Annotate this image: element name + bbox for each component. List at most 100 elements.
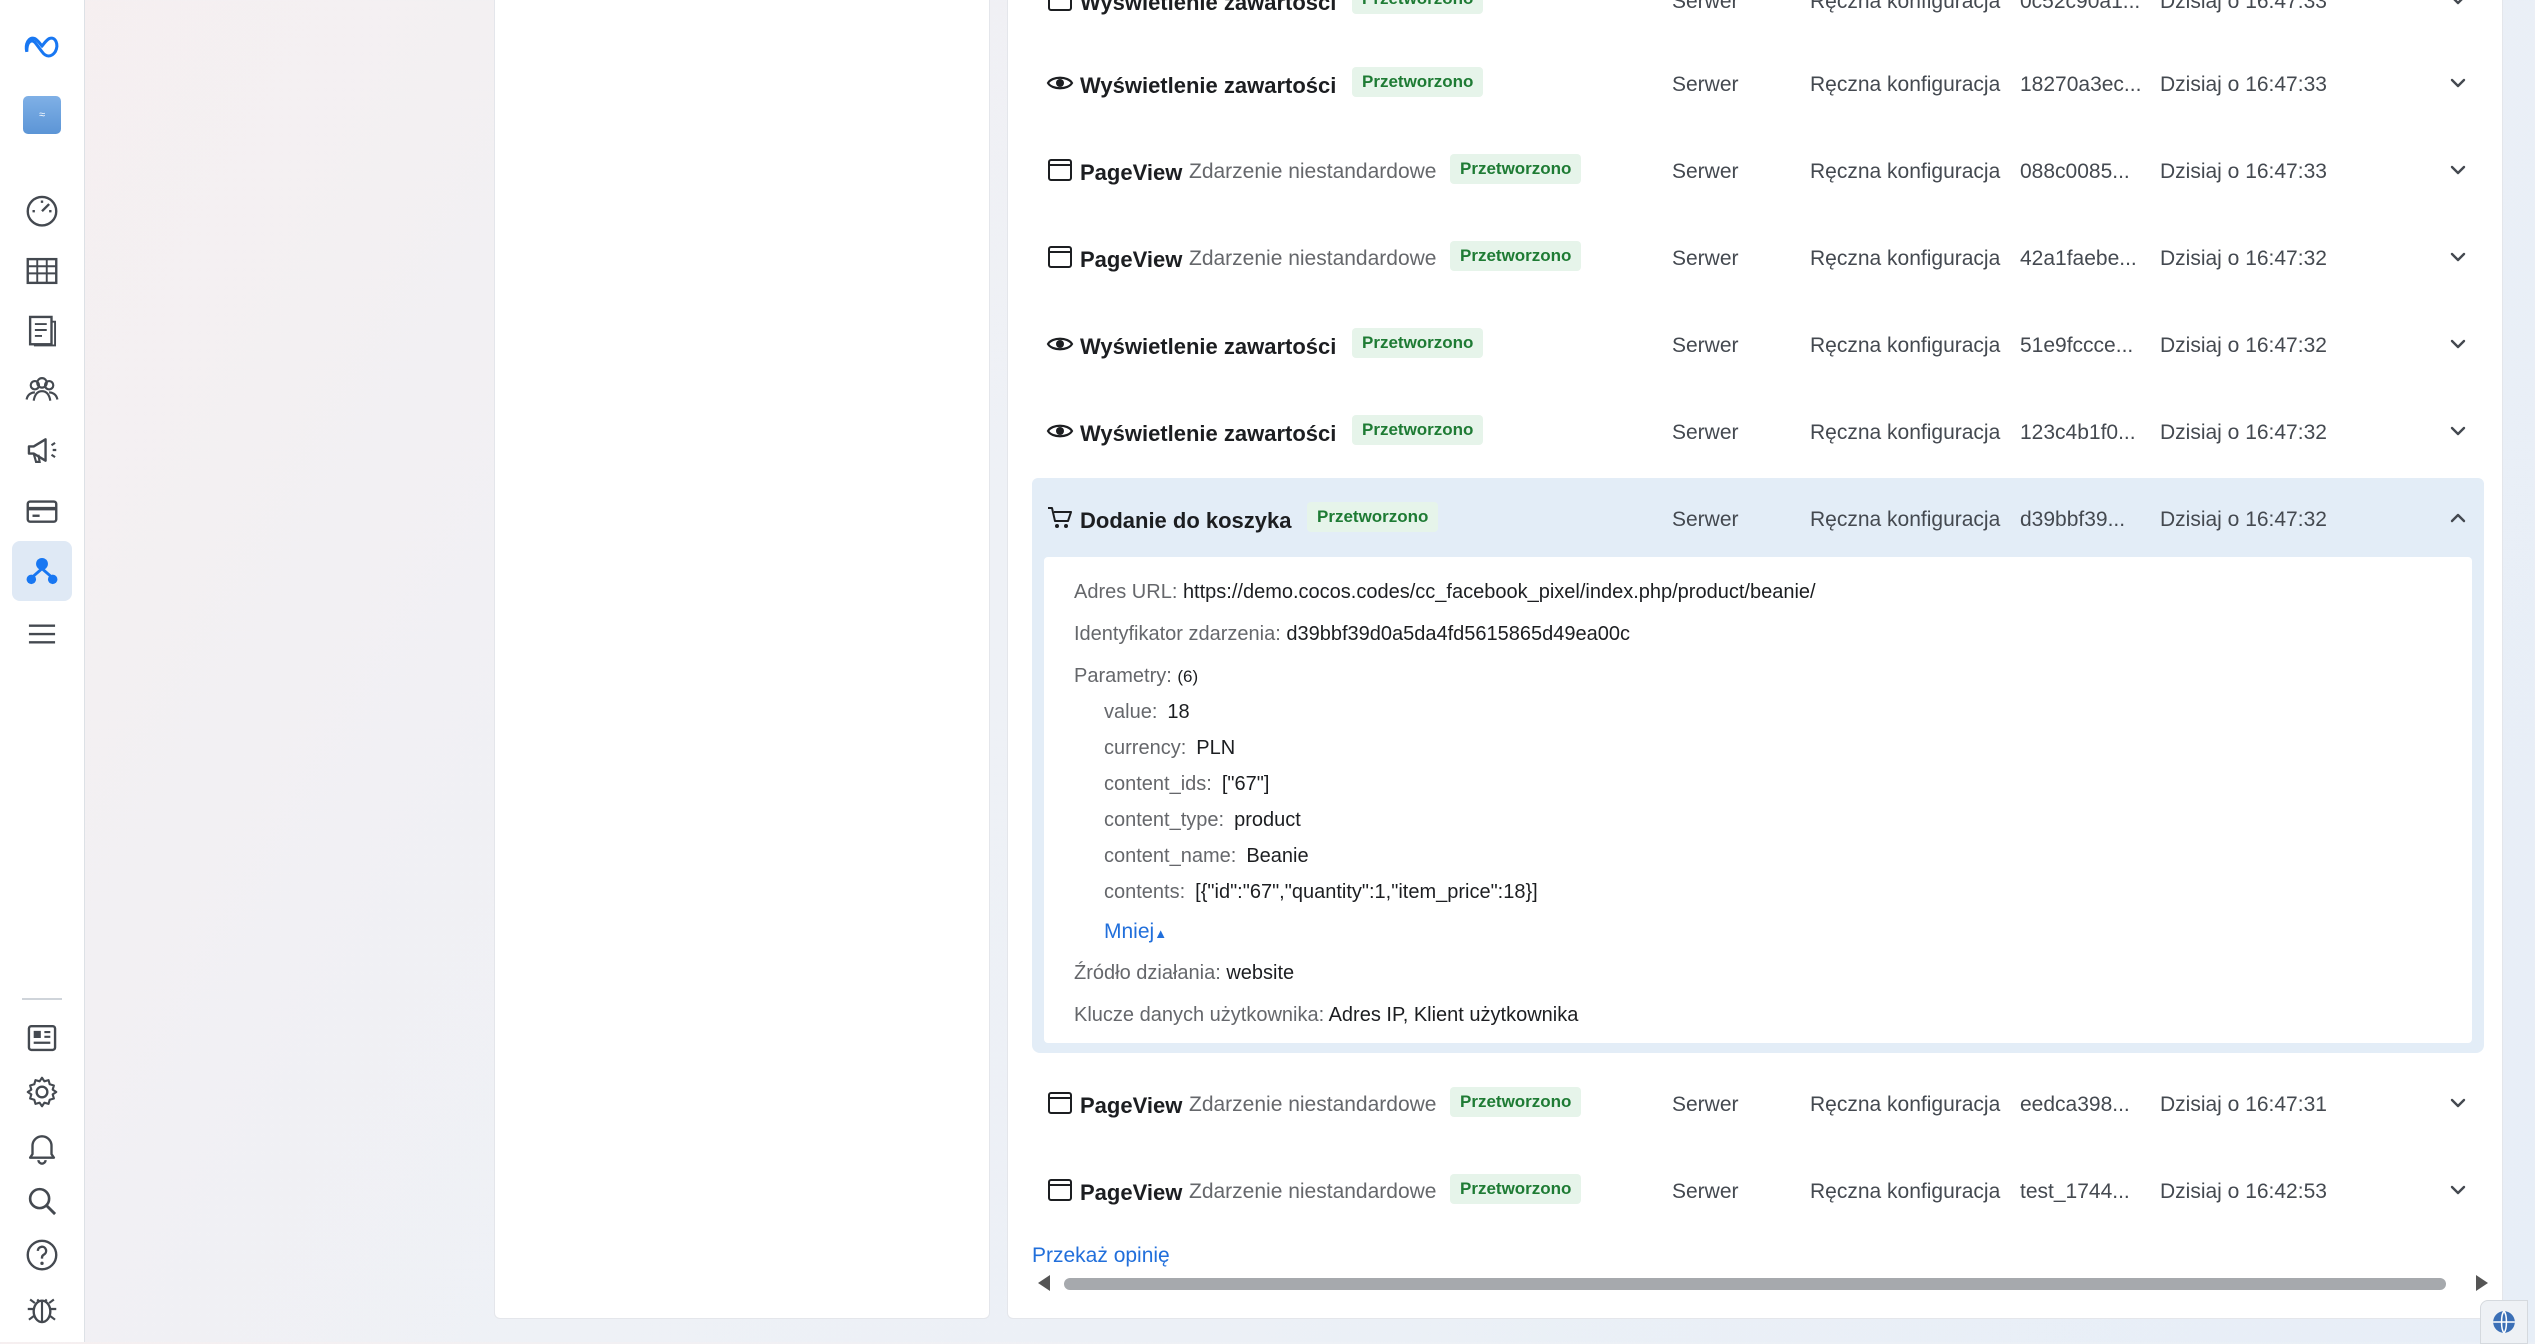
param-value: Beanie bbox=[1246, 845, 1309, 867]
corner-help-button[interactable] bbox=[2480, 1300, 2528, 1344]
event-id: test_1744... bbox=[2020, 1180, 2130, 1203]
event-time: Dzisiaj o 16:47:31 bbox=[2160, 1093, 2327, 1116]
eye-icon bbox=[1046, 417, 1074, 445]
caret-up-icon: ▲ bbox=[1154, 926, 1168, 941]
show-less-link[interactable]: Mniej▲ bbox=[1104, 920, 1167, 944]
event-time: Dzisiaj o 16:47:33 bbox=[2160, 0, 2327, 13]
param-row: content_type: product bbox=[1104, 809, 1301, 832]
event-id: 42a1faebe... bbox=[2020, 247, 2137, 270]
status-badge: Przetworzono bbox=[1352, 0, 1484, 14]
setup-method: Ręczna konfiguracja bbox=[1810, 160, 2001, 183]
setup-method: Ręczna konfiguracja bbox=[1810, 1093, 2001, 1116]
event-time: Dzisiaj o 16:47:32 bbox=[2160, 508, 2327, 531]
left-nav-rail: ≈ bbox=[0, 0, 85, 1342]
search-icon[interactable] bbox=[12, 1171, 72, 1231]
event-row[interactable]: PageView Zdarzenie niestandardowe Przetwor… bbox=[1032, 1150, 2484, 1237]
catalog-icon[interactable] bbox=[12, 300, 72, 360]
event-row[interactable]: Wyświetlenie zawartości Przetworzono Serwe… bbox=[1032, 43, 2484, 130]
detail-user-data-keys: Klucze danych użytkownika: Adres IP, Kli… bbox=[1074, 1004, 1578, 1027]
app-thumbnail-icon[interactable]: ≈ bbox=[12, 85, 72, 145]
event-time: Dzisiaj o 16:47:32 bbox=[2160, 421, 2327, 444]
chevron-down-icon[interactable] bbox=[2446, 245, 2470, 269]
param-row: currency: PLN bbox=[1104, 737, 1235, 760]
param-key: content_ids: bbox=[1104, 773, 1212, 795]
page-icon bbox=[1046, 0, 1074, 14]
dashboard-gauge-icon[interactable] bbox=[12, 180, 72, 240]
notifications-bell-icon[interactable] bbox=[12, 1117, 72, 1177]
param-value: 18 bbox=[1167, 701, 1190, 723]
action-source-label: Źródło działania: bbox=[1074, 962, 1221, 984]
event-source: Serwer bbox=[1672, 73, 1739, 96]
event-source: Serwer bbox=[1672, 0, 1739, 13]
event-name: Dodanie do koszyka bbox=[1080, 508, 1292, 533]
settings-gear-icon[interactable] bbox=[12, 1062, 72, 1122]
bug-report-icon[interactable] bbox=[12, 1279, 72, 1339]
globe-icon bbox=[2493, 1310, 2515, 1334]
meta-logo-icon[interactable] bbox=[12, 16, 72, 76]
chevron-down-icon[interactable] bbox=[2446, 0, 2470, 12]
news-icon[interactable] bbox=[12, 1008, 72, 1068]
event-row[interactable]: Wyświetlenie zawartości Przetworzono Serwe… bbox=[1032, 391, 2484, 478]
event-time: Dzisiaj o 16:47:33 bbox=[2160, 73, 2327, 96]
chevron-down-icon[interactable] bbox=[2446, 1091, 2470, 1115]
feedback-link[interactable]: Przekaż opinię bbox=[1032, 1244, 1170, 1268]
param-value: PLN bbox=[1196, 737, 1236, 759]
event-id: 0c52c90a1... bbox=[2020, 0, 2141, 13]
event-source: Serwer bbox=[1672, 247, 1739, 270]
detail-event-id-label: Identyfikator zdarzenia: bbox=[1074, 623, 1281, 645]
event-name: PageView bbox=[1080, 1093, 1183, 1118]
chevron-down-icon[interactable] bbox=[2446, 71, 2470, 95]
event-name: PageView bbox=[1080, 1180, 1183, 1205]
chevron-down-icon[interactable] bbox=[2446, 1178, 2470, 1202]
chevron-down-icon[interactable] bbox=[2446, 419, 2470, 443]
page-icon bbox=[1046, 1089, 1074, 1117]
audiences-icon[interactable] bbox=[12, 360, 72, 420]
event-row[interactable]: PageView Zdarzenie niestandardowe Przetwor… bbox=[1032, 130, 2484, 217]
menu-icon[interactable] bbox=[12, 604, 72, 664]
chevron-down-icon[interactable] bbox=[2446, 332, 2470, 356]
eye-icon bbox=[1046, 330, 1074, 358]
param-row: contents: [{"id":"67","quantity":1,"item_… bbox=[1104, 881, 1538, 904]
param-key: content_type: bbox=[1104, 809, 1225, 831]
detail-url-value: https://demo.cocos.codes/cc_facebook_pix… bbox=[1182, 581, 1816, 603]
setup-method: Ręczna konfiguracja bbox=[1810, 334, 2001, 357]
scroll-left-arrow-icon[interactable] bbox=[1038, 1275, 1050, 1291]
detail-action-source: Źródło działania: website bbox=[1074, 962, 1294, 985]
event-type-label: Zdarzenie niestandardowe bbox=[1189, 160, 1437, 183]
nav-divider bbox=[22, 998, 62, 1000]
event-time: Dzisiaj o 16:42:53 bbox=[2160, 1180, 2327, 1203]
setup-method: Ręczna konfiguracja bbox=[1810, 508, 2001, 531]
setup-method: Ręczna konfiguracja bbox=[1810, 1180, 2001, 1203]
chevron-down-icon[interactable] bbox=[2446, 158, 2470, 182]
status-badge: Przetworzono bbox=[1450, 1174, 1582, 1204]
cart-icon bbox=[1046, 504, 1074, 532]
detail-event-id-value: d39bbf39d0a5da4fd5615865d49ea00c bbox=[1286, 623, 1631, 645]
status-badge: Przetworzono bbox=[1450, 154, 1582, 184]
ads-megaphone-icon[interactable] bbox=[12, 420, 72, 480]
table-icon[interactable] bbox=[12, 241, 72, 301]
scrollbar-thumb[interactable] bbox=[1064, 1278, 2446, 1290]
event-source: Serwer bbox=[1672, 334, 1739, 357]
user-data-keys-value: Adres IP, Klient użytkownika bbox=[1328, 1004, 1579, 1026]
event-id: 51e9fccce... bbox=[2020, 334, 2134, 357]
event-row[interactable]: Wyświetlenie zawartości Przetworzono Serwe… bbox=[1032, 304, 2484, 391]
event-type-label: Zdarzenie niestandardowe bbox=[1189, 1093, 1437, 1116]
event-row[interactable]: Wyświetlenie zawartości Przetworzono Serwe… bbox=[1032, 0, 2484, 47]
param-key: contents: bbox=[1104, 881, 1186, 903]
event-time: Dzisiaj o 16:47:32 bbox=[2160, 334, 2327, 357]
scroll-right-arrow-icon[interactable] bbox=[2476, 1275, 2488, 1291]
param-row: content_name: Beanie bbox=[1104, 845, 1309, 868]
params-count: (6) bbox=[1177, 667, 1199, 686]
event-row[interactable]: Dodanie do koszyka Przetworzono Serwer Ręcz… bbox=[1032, 478, 2484, 565]
chevron-up-icon[interactable] bbox=[2446, 506, 2470, 530]
horizontal-scrollbar[interactable] bbox=[1034, 1272, 2492, 1294]
event-row[interactable]: PageView Zdarzenie niestandardowe Przetwor… bbox=[1032, 217, 2484, 304]
events-manager-icon[interactable] bbox=[12, 541, 72, 601]
param-value: product bbox=[1234, 809, 1301, 831]
status-badge: Przetworzono bbox=[1307, 502, 1439, 532]
help-icon[interactable] bbox=[12, 1225, 72, 1285]
billing-card-icon[interactable] bbox=[12, 481, 72, 541]
detail-url-label: Adres URL: bbox=[1074, 581, 1178, 603]
event-activity-panel: Wyświetlenie zawartości Przetworzono Serwe… bbox=[1007, 0, 2503, 1319]
event-row[interactable]: PageView Zdarzenie niestandardowe Przetwor… bbox=[1032, 1063, 2484, 1150]
